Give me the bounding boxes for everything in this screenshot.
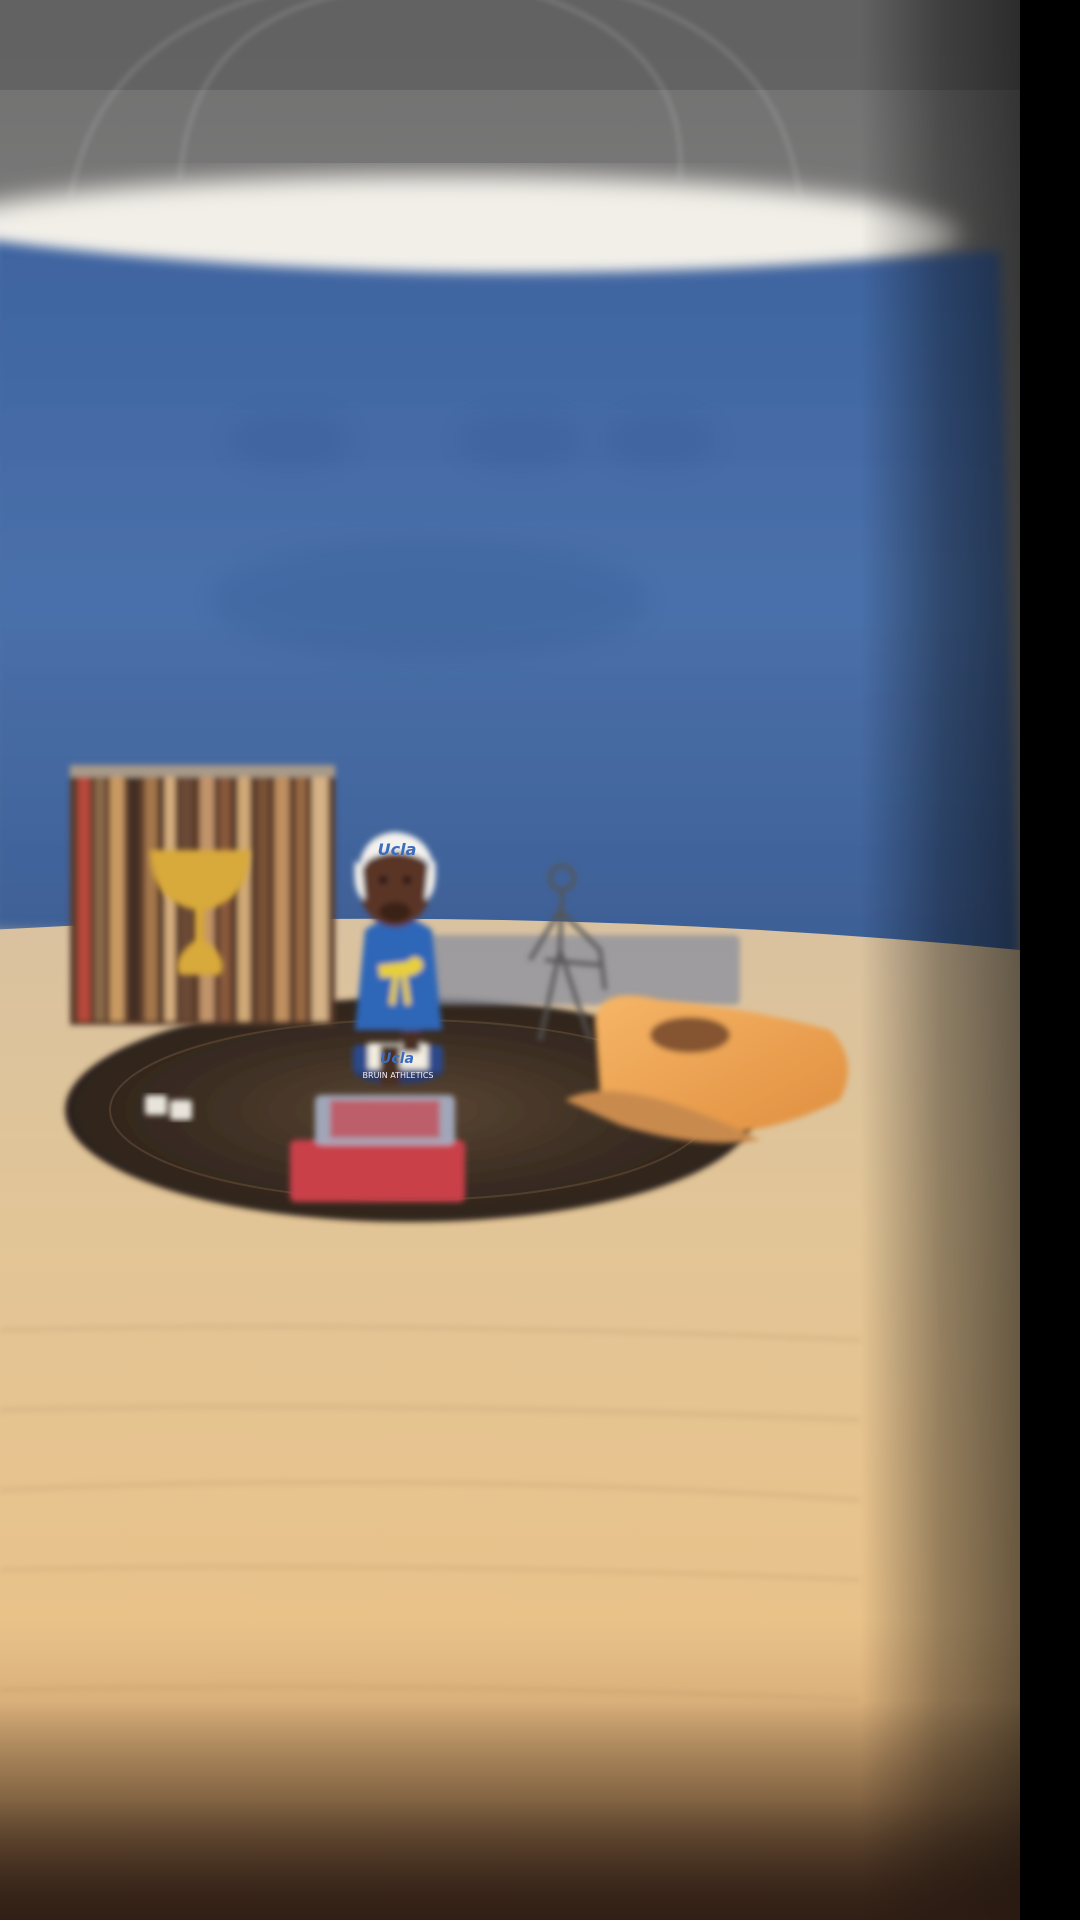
right-shadow: [860, 0, 1020, 1920]
photo-scene: Ucla Ucla BRUIN ATHLETICS: [0, 0, 1080, 1920]
photo-canvas: Ucla Ucla BRUIN ATHLETICS: [0, 0, 1080, 1920]
bobblehead-figure: [353, 832, 443, 1085]
right-black-border: [1020, 0, 1080, 1920]
base-band-text: BRUIN ATHLETICS: [363, 1071, 434, 1080]
card-decks: [290, 1095, 465, 1202]
tablet-device: [420, 935, 740, 1005]
bottom-shadow: [0, 1700, 1020, 1920]
base-logo: Ucla: [380, 1051, 414, 1067]
helmet-logo: Ucla: [378, 840, 417, 859]
